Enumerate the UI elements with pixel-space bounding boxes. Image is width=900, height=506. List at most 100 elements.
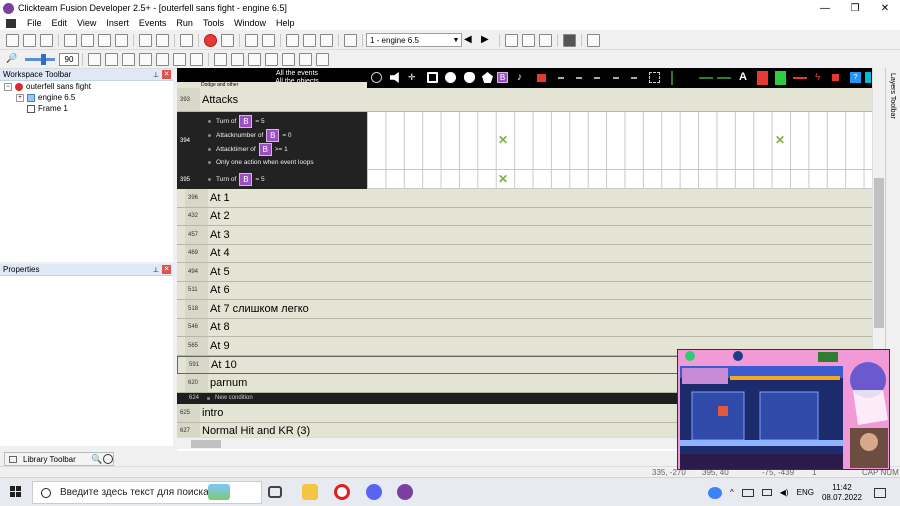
- pin-icon[interactable]: ⊥: [153, 266, 159, 274]
- maximize-button[interactable]: ❐: [840, 0, 870, 16]
- object-icon-7[interactable]: [316, 52, 329, 66]
- event-group[interactable]: 457 At 3: [177, 226, 872, 245]
- condition-line[interactable]: Only one action when event loops: [208, 157, 314, 167]
- network-icon[interactable]: [741, 488, 754, 497]
- event-group[interactable]: 432 At 2: [177, 207, 872, 226]
- menu-run[interactable]: Run: [171, 18, 198, 28]
- storyboard-editor-icon[interactable]: [245, 33, 258, 47]
- menu-window[interactable]: Window: [229, 18, 271, 28]
- object-icon-1[interactable]: [214, 52, 227, 66]
- file-explorer-icon[interactable]: [302, 484, 318, 500]
- red-small-icon[interactable]: [832, 74, 839, 81]
- copy-icon[interactable]: [81, 33, 94, 47]
- condition-line[interactable]: Turn of B = 5: [208, 115, 265, 128]
- sound-icon[interactable]: [390, 72, 399, 83]
- tree-item-application[interactable]: − outerfell sans fight: [0, 81, 173, 92]
- frame-editor-icon[interactable]: [262, 33, 275, 47]
- zoom-slider-thumb[interactable]: [41, 53, 46, 65]
- lightning-icon[interactable]: ϟ: [815, 72, 826, 83]
- volume-icon[interactable]: ◀): [780, 488, 789, 497]
- action-grid[interactable]: [367, 112, 872, 170]
- zoom-slider[interactable]: [25, 53, 55, 65]
- clock-icon[interactable]: [103, 454, 113, 464]
- object-icon-6[interactable]: [299, 52, 312, 66]
- scroll-thumb[interactable]: [191, 440, 221, 448]
- undo-icon[interactable]: [139, 33, 152, 47]
- battery-icon[interactable]: [761, 489, 772, 496]
- object-icon-2[interactable]: [231, 52, 244, 66]
- zoom-icon[interactable]: 🔎: [6, 53, 19, 66]
- screen-icon[interactable]: [539, 33, 552, 47]
- line-icon-4[interactable]: [613, 77, 619, 79]
- text-object-icon[interactable]: A: [739, 72, 750, 83]
- layout-icon-4[interactable]: [139, 52, 152, 66]
- paste-icon[interactable]: [98, 33, 111, 47]
- network-app-icon[interactable]: [708, 486, 723, 499]
- line-icon-1[interactable]: [558, 77, 564, 79]
- mouse-icon[interactable]: [464, 72, 475, 83]
- grid-icon[interactable]: [563, 33, 576, 47]
- question-object-icon[interactable]: ?: [850, 72, 861, 83]
- event-group[interactable]: 494 At 5: [177, 263, 872, 282]
- horizontal-scrollbar[interactable]: [177, 437, 697, 449]
- event-editor-icon[interactable]: [286, 33, 299, 47]
- notifications-icon[interactable]: [874, 487, 886, 498]
- red-block-icon[interactable]: [537, 74, 546, 82]
- object-icon-4[interactable]: [265, 52, 278, 66]
- event-group[interactable]: 511 At 6: [177, 281, 872, 300]
- action-grid[interactable]: [367, 170, 872, 189]
- character-icon[interactable]: ♪: [517, 72, 528, 83]
- menu-help[interactable]: Help: [271, 18, 300, 28]
- menu-file[interactable]: File: [22, 18, 47, 28]
- green-line-icon-2[interactable]: [717, 77, 731, 79]
- library-toolbar-tab[interactable]: Library Toolbar 🔍: [4, 452, 114, 466]
- close-button[interactable]: ✕: [870, 0, 900, 16]
- discord-icon[interactable]: [366, 484, 382, 500]
- condition-line[interactable]: Turn of B = 5: [208, 173, 265, 186]
- layout-icon-7[interactable]: [190, 52, 203, 66]
- menu-insert[interactable]: Insert: [101, 18, 134, 28]
- close-panel-icon[interactable]: ✕: [162, 70, 171, 79]
- joystick-icon[interactable]: ✛: [408, 72, 419, 83]
- layout-icon-5[interactable]: [156, 52, 169, 66]
- language-indicator[interactable]: ENG: [797, 488, 814, 497]
- object-icon-3[interactable]: [248, 52, 261, 66]
- event-list-icon[interactable]: [303, 33, 316, 47]
- condition-line[interactable]: Attacknumber of B = 0: [208, 129, 292, 142]
- event-group[interactable]: 546 At 8: [177, 318, 872, 337]
- calendar-icon[interactable]: [587, 33, 600, 47]
- redo-icon[interactable]: [156, 33, 169, 47]
- collapse-icon[interactable]: −: [4, 82, 12, 91]
- close-panel-icon[interactable]: ✕: [162, 265, 171, 274]
- menu-edit[interactable]: Edit: [47, 18, 73, 28]
- layout-icon-6[interactable]: [173, 52, 186, 66]
- task-view-icon[interactable]: [268, 486, 282, 498]
- minimize-button[interactable]: —: [810, 0, 840, 16]
- layout-icon[interactable]: [88, 52, 101, 66]
- layout-icon-2[interactable]: [105, 52, 118, 66]
- frame-select[interactable]: 1 - engine 6.5 ▼: [366, 33, 462, 47]
- green-bar-icon[interactable]: [671, 71, 673, 85]
- pin-icon[interactable]: ⊥: [153, 71, 159, 79]
- help-icon[interactable]: [180, 33, 193, 47]
- event-group[interactable]: 396 At 1: [177, 189, 872, 208]
- menu-events[interactable]: Events: [134, 18, 172, 28]
- tree-item-frame-engine[interactable]: + engine 6.5: [0, 92, 173, 103]
- selection-icon[interactable]: [649, 72, 660, 83]
- line-icon-3[interactable]: [594, 77, 600, 79]
- menu-view[interactable]: View: [72, 18, 101, 28]
- news-widget-icon[interactable]: [208, 484, 230, 500]
- object-icon-5[interactable]: [282, 52, 295, 66]
- green-line-icon[interactable]: [699, 77, 713, 79]
- chevron-up-icon[interactable]: ^: [730, 488, 734, 497]
- event-row-395[interactable]: 395 Turn of B = 5 ✕: [177, 170, 872, 189]
- action-check[interactable]: ✕: [498, 172, 508, 186]
- clock[interactable]: 11:42 08.07.2022: [822, 483, 862, 503]
- scroll-thumb[interactable]: [874, 178, 884, 328]
- opera-icon[interactable]: [334, 484, 350, 500]
- tree-item-frame-1[interactable]: Frame 1: [0, 103, 173, 114]
- stop-icon[interactable]: [204, 33, 217, 47]
- record-icon[interactable]: [221, 33, 234, 47]
- layout-icon-3[interactable]: [122, 52, 135, 66]
- event-row-394[interactable]: 394 Turn of B = 5 Attacknumber of B = 0 …: [177, 112, 872, 170]
